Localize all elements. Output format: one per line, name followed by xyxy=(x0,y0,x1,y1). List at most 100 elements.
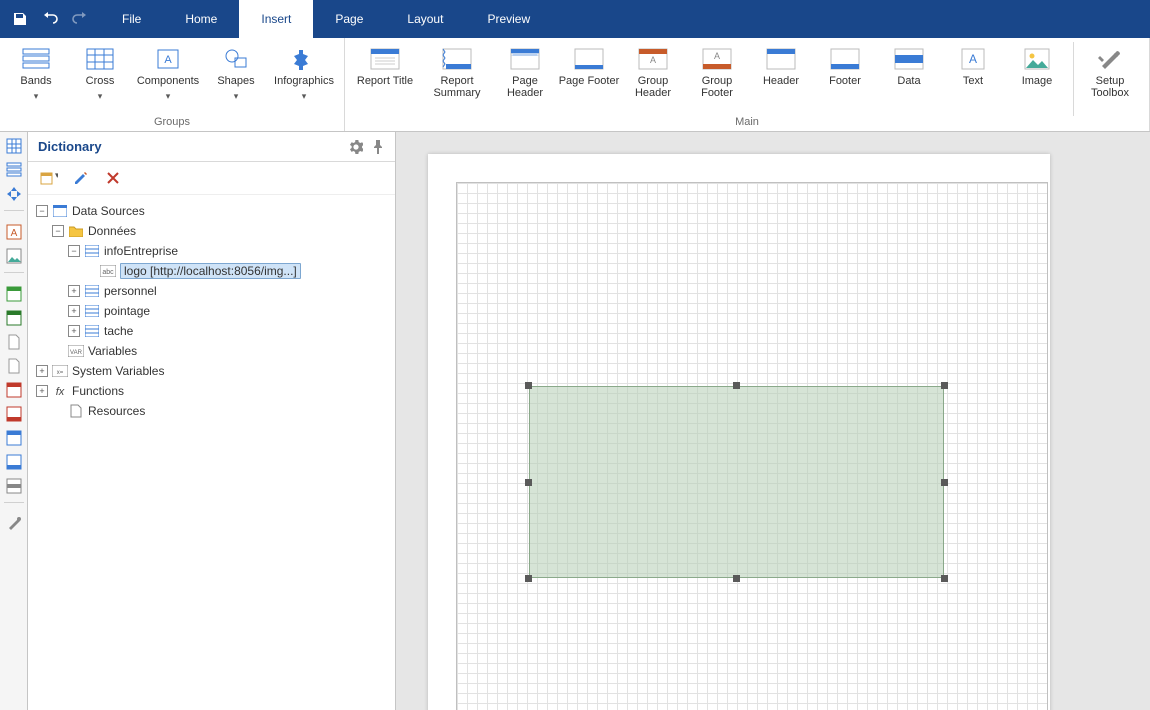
text-button[interactable]: A Text xyxy=(941,42,1005,116)
group-header-label: Group Header xyxy=(621,75,685,99)
page-grid[interactable] xyxy=(456,182,1048,710)
resize-handle-n[interactable] xyxy=(733,382,740,389)
tab-layout[interactable]: Layout xyxy=(385,0,465,38)
rail-title-darkgreen-icon[interactable] xyxy=(4,308,24,328)
chevron-down-icon: ▾ xyxy=(166,91,171,102)
text-icon: A xyxy=(957,46,989,72)
report-title-button[interactable]: Report Title xyxy=(349,42,421,116)
collapse-icon[interactable]: − xyxy=(68,245,80,257)
tree-node-pointage[interactable]: + pointage xyxy=(32,301,391,321)
page-footer-button[interactable]: Page Footer xyxy=(557,42,621,116)
tab-insert[interactable]: Insert xyxy=(239,0,313,38)
group-footer-icon: A xyxy=(701,46,733,72)
tab-home[interactable]: Home xyxy=(163,0,239,38)
tree-node-system-variables[interactable]: + x= System Variables xyxy=(32,361,391,381)
svg-text:x=: x= xyxy=(57,370,64,376)
expand-icon[interactable]: + xyxy=(68,305,80,317)
rail-tools-icon[interactable] xyxy=(4,514,24,534)
resize-handle-sw[interactable] xyxy=(525,575,532,582)
tree-node-resources[interactable]: Resources xyxy=(32,401,391,421)
expand-icon[interactable]: + xyxy=(36,365,48,377)
tree-node-personnel[interactable]: + personnel xyxy=(32,281,391,301)
rail-title-green-icon[interactable] xyxy=(4,284,24,304)
data-button[interactable]: Data xyxy=(877,42,941,116)
tree-node-data-sources[interactable]: − Data Sources xyxy=(32,201,391,221)
group-header-icon: A xyxy=(637,46,669,72)
design-canvas[interactable] xyxy=(396,132,1150,710)
setup-toolbox-label: Setup Toolbox xyxy=(1078,75,1142,99)
rail-grid-icon[interactable] xyxy=(4,136,24,156)
undo-button[interactable] xyxy=(36,0,64,38)
cross-button[interactable]: Cross ▾ xyxy=(68,42,132,116)
save-button[interactable] xyxy=(6,0,34,38)
ribbon: Bands ▾ Cross ▾ A Components ▾ Shapes ▾ … xyxy=(0,38,1150,132)
tree-node-info-entreprise[interactable]: − infoEntreprise xyxy=(32,241,391,261)
bands-button[interactable]: Bands ▾ xyxy=(4,42,68,116)
collapse-icon[interactable]: − xyxy=(52,225,64,237)
delete-button[interactable] xyxy=(102,168,124,188)
components-label: Components xyxy=(137,75,199,87)
report-title-icon xyxy=(369,46,401,72)
data-icon xyxy=(893,46,925,72)
expand-icon[interactable]: + xyxy=(36,385,48,397)
rail-text-icon[interactable]: A xyxy=(4,222,24,242)
tree-node-functions[interactable]: + fx Functions xyxy=(32,381,391,401)
infographics-button[interactable]: Infographics ▾ xyxy=(268,42,340,116)
page-header-button[interactable]: Page Header xyxy=(493,42,557,116)
resize-handle-se[interactable] xyxy=(941,575,948,582)
resize-handle-w[interactable] xyxy=(525,479,532,486)
resize-handle-nw[interactable] xyxy=(525,382,532,389)
group-header-button[interactable]: A Group Header xyxy=(621,42,685,116)
components-button[interactable]: A Components ▾ xyxy=(132,42,204,116)
report-page[interactable] xyxy=(428,154,1050,710)
tree-node-variables[interactable]: VAR Variables xyxy=(32,341,391,361)
tree-node-logo[interactable]: abc logo [http://localhost:8056/img...] xyxy=(32,261,391,281)
collapse-icon[interactable]: − xyxy=(36,205,48,217)
rail-image-icon[interactable] xyxy=(4,246,24,266)
new-item-button[interactable]: ▾ xyxy=(38,168,60,188)
resize-handle-s[interactable] xyxy=(733,575,740,582)
report-summary-button[interactable]: Report Summary xyxy=(421,42,493,116)
resize-handle-e[interactable] xyxy=(941,479,948,486)
rail-header-red-icon[interactable] xyxy=(4,380,24,400)
group-footer-button[interactable]: A Group Footer xyxy=(685,42,749,116)
setup-toolbox-icon xyxy=(1094,46,1126,72)
image-label: Image xyxy=(1022,75,1053,87)
shapes-icon xyxy=(220,46,252,72)
shapes-button[interactable]: Shapes ▾ xyxy=(204,42,268,116)
tab-page[interactable]: Page xyxy=(313,0,385,38)
rail-middle-icon[interactable] xyxy=(4,476,24,496)
rail-bands-icon[interactable] xyxy=(4,160,24,180)
gear-icon[interactable] xyxy=(345,136,367,158)
pin-icon[interactable] xyxy=(367,136,389,158)
rail-doc1-icon[interactable] xyxy=(4,332,24,352)
ribbon-group-main: Report Title Report Summary Page Header … xyxy=(345,38,1150,131)
expand-icon[interactable]: + xyxy=(68,325,80,337)
rail-header-blue-icon[interactable] xyxy=(4,428,24,448)
variables-icon: VAR xyxy=(68,344,84,358)
report-title-label: Report Title xyxy=(357,75,413,87)
tab-file[interactable]: File xyxy=(100,0,163,38)
infographics-icon xyxy=(288,46,320,72)
setup-toolbox-button[interactable]: Setup Toolbox xyxy=(1078,42,1142,116)
tab-preview[interactable]: Preview xyxy=(465,0,552,38)
selected-image-component[interactable] xyxy=(529,386,944,578)
rail-footer-red-icon[interactable] xyxy=(4,404,24,424)
resize-handle-ne[interactable] xyxy=(941,382,948,389)
page-footer-label: Page Footer xyxy=(559,75,620,87)
components-icon: A xyxy=(152,46,184,72)
redo-button[interactable] xyxy=(66,0,94,38)
rail-footer-blue-icon[interactable] xyxy=(4,452,24,472)
ribbon-group-groups: Bands ▾ Cross ▾ A Components ▾ Shapes ▾ … xyxy=(0,38,345,131)
tree-node-tache[interactable]: + tache xyxy=(32,321,391,341)
tree-node-donnees[interactable]: − Données xyxy=(32,221,391,241)
expand-icon[interactable]: + xyxy=(68,285,80,297)
report-summary-icon xyxy=(441,46,473,72)
rail-doc2-icon[interactable] xyxy=(4,356,24,376)
footer-button[interactable]: Footer xyxy=(813,42,877,116)
image-button[interactable]: Image xyxy=(1005,42,1069,116)
header-button[interactable]: Header xyxy=(749,42,813,116)
edit-button[interactable] xyxy=(70,168,92,188)
svg-text:VAR: VAR xyxy=(70,350,83,356)
rail-expand-icon[interactable] xyxy=(4,184,24,204)
